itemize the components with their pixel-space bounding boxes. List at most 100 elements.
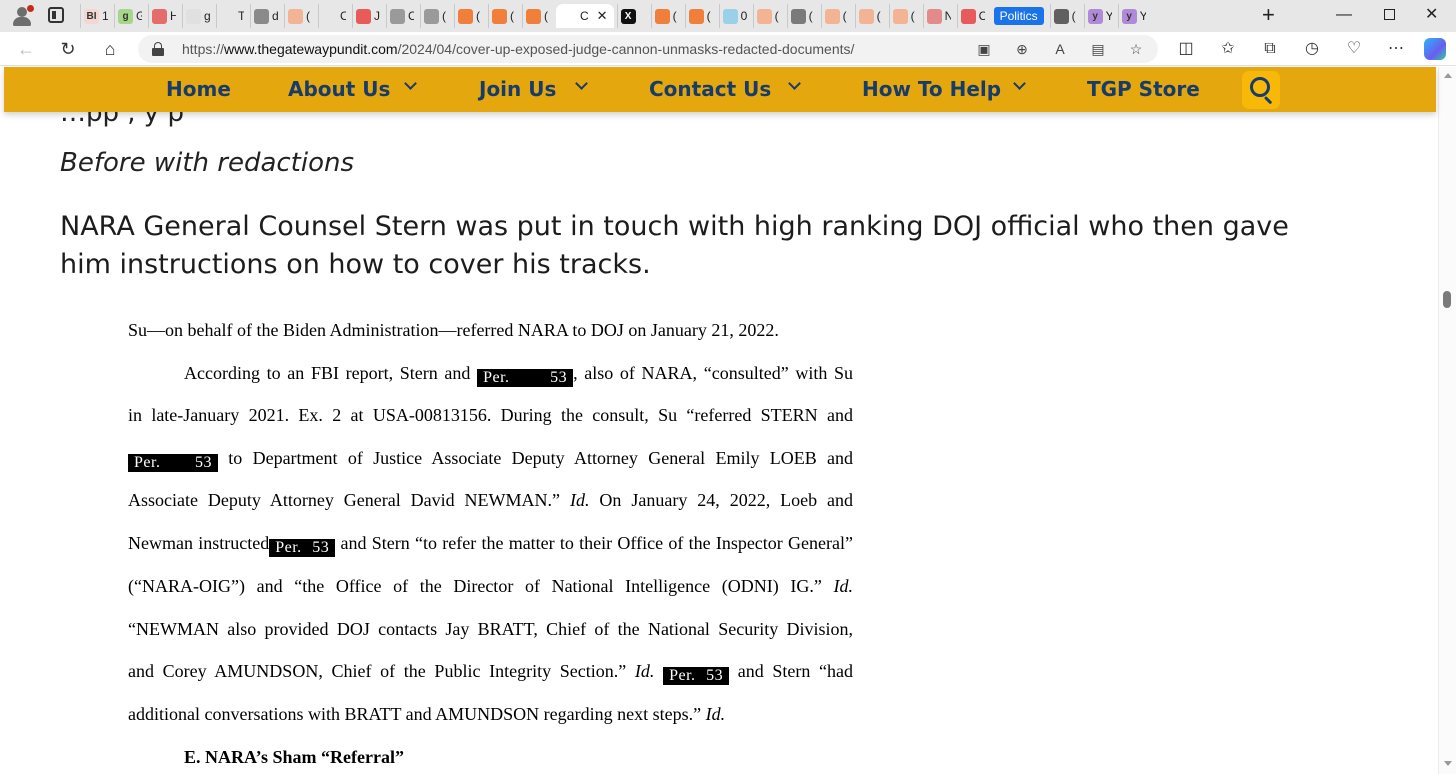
doc-line: “NEWMAN also provided DOJ contacts Jay B… <box>128 619 853 639</box>
nav-tgp-store[interactable]: TGP Store <box>1087 77 1200 101</box>
address-bar[interactable]: https://www.thegatewaypundit.com/2024/04… <box>138 35 1158 63</box>
browser-tab[interactable]: ( <box>684 4 716 28</box>
more-menu-icon[interactable]: ⋯ <box>1384 38 1408 60</box>
browser-tab[interactable]: d <box>250 4 281 28</box>
tab-favicon-icon <box>562 8 577 24</box>
reload-button[interactable]: ↻ <box>56 37 80 61</box>
blocked-popup-icon[interactable]: ▣ <box>974 39 994 59</box>
minimize-button[interactable]: — <box>1336 6 1352 24</box>
browser-essentials-icon[interactable]: ♡ <box>1342 38 1366 60</box>
tab-favicon-icon: y <box>1087 8 1103 24</box>
browser-tab[interactable]: ( <box>650 4 682 28</box>
page-scrollbar[interactable] <box>1438 67 1456 774</box>
browser-tab[interactable]: T <box>216 4 247 28</box>
home-button[interactable]: ⌂ <box>98 37 122 61</box>
tab-favicon-icon <box>492 8 507 24</box>
browser-tab[interactable]: C <box>386 4 417 28</box>
doc-line: in late-January 2021. Ex. 2 at USA-00813… <box>128 405 853 425</box>
browser-tab[interactable]: ( <box>786 4 818 28</box>
doc-line: and Corey AMUNDSON, Chief of the Public … <box>128 661 854 685</box>
browser-tab[interactable]: gG <box>114 4 145 28</box>
tab-title: ( <box>808 9 813 23</box>
tab-favicon-icon <box>858 8 874 24</box>
redaction-box: Per. 53 <box>663 667 730 685</box>
tab-title: ( <box>876 9 881 23</box>
tab-favicon-icon: X <box>620 8 636 24</box>
tab-favicon-icon <box>390 8 405 24</box>
favorite-star-icon[interactable]: ☆ <box>1126 39 1146 59</box>
browser-tab[interactable]: ( <box>488 4 519 28</box>
tab-actions-icon[interactable] <box>48 7 64 23</box>
nav-about-us[interactable]: About Us <box>288 77 390 101</box>
browser-tab[interactable]: ( <box>420 4 451 28</box>
tab-favicon-icon <box>960 8 976 24</box>
site-search-button[interactable] <box>1242 71 1280 109</box>
history-icon[interactable]: ◷ <box>1300 38 1324 60</box>
browser-tab[interactable]: ( <box>854 4 886 28</box>
tab-favicon-icon: g <box>118 8 133 24</box>
redaction-box: Per. 53 <box>477 369 574 387</box>
zoom-icon[interactable]: ⊕ <box>1012 39 1032 59</box>
nav-join-us[interactable]: Join Us <box>479 77 556 101</box>
browser-tab[interactable]: N <box>922 4 954 28</box>
profile-avatar-icon[interactable] <box>10 5 34 27</box>
close-tab-icon[interactable]: ✕ <box>597 8 608 24</box>
image-caption: Before with redactions <box>60 148 355 178</box>
browser-tab[interactable]: g <box>182 4 213 28</box>
scroll-down-arrow-icon[interactable] <box>1444 761 1452 766</box>
browser-tab[interactable]: ( <box>820 4 852 28</box>
scroll-up-arrow-icon[interactable] <box>1444 73 1452 78</box>
scrollbar-thumb[interactable] <box>1443 291 1451 308</box>
browser-tab[interactable]: 0 <box>718 4 750 28</box>
chevron-down-icon[interactable] <box>788 79 800 91</box>
tab-title: Y <box>1105 9 1112 23</box>
lock-icon[interactable] <box>152 42 164 56</box>
doc-line: Per. 53 to Department of Justice Associa… <box>128 448 853 472</box>
tab-group-label[interactable]: Politics <box>991 4 1047 28</box>
tab-title: d <box>272 9 278 23</box>
favorites-icon[interactable]: ✩ <box>1216 38 1240 60</box>
immersive-reader-icon[interactable]: ▤ <box>1088 39 1108 59</box>
browser-tab[interactable]: J <box>352 4 383 28</box>
new-tab-button[interactable]: + <box>1262 3 1275 27</box>
browser-tab[interactable]: X <box>616 4 648 28</box>
tab-title: ( <box>442 9 446 23</box>
group-tab[interactable]: yY <box>1117 4 1149 28</box>
browser-tab[interactable]: ( <box>888 4 920 28</box>
browser-tab[interactable]: C <box>318 4 349 28</box>
browser-tab[interactable]: ( <box>284 4 315 28</box>
tab-title: ( <box>306 9 310 23</box>
read-aloud-icon[interactable]: A <box>1050 39 1070 59</box>
browser-tab[interactable]: ( <box>522 4 553 28</box>
tab-title: Y <box>1139 9 1146 23</box>
nav-home[interactable]: Home <box>166 77 231 101</box>
browser-tab[interactable]: ( <box>454 4 485 28</box>
active-tab[interactable]: C ✕ <box>556 4 614 28</box>
url-text[interactable]: https://www.thegatewaypundit.com/2024/04… <box>182 41 854 57</box>
tab-title: g <box>204 9 210 23</box>
copilot-icon[interactable] <box>1424 38 1446 60</box>
group-tab[interactable]: yY <box>1083 4 1115 28</box>
browser-tab[interactable]: BI 1 <box>80 4 111 28</box>
chevron-down-icon[interactable] <box>1013 79 1025 91</box>
split-screen-icon[interactable]: ◫ <box>1174 38 1198 60</box>
maximize-button[interactable] <box>1384 9 1395 20</box>
browser-tab[interactable]: C <box>956 4 988 28</box>
browser-tab[interactable]: H <box>148 4 179 28</box>
tab-favicon-icon: y <box>1121 8 1137 24</box>
doc-line: (“NARA-OIG”) and “the Office of the Dire… <box>128 576 853 596</box>
tab-title: ( <box>774 9 779 23</box>
chevron-down-icon[interactable] <box>404 79 416 91</box>
tab-title: ( <box>910 9 915 23</box>
browser-tab[interactable]: ( <box>752 4 784 28</box>
tab-favicon-icon <box>322 8 337 24</box>
collections-icon[interactable]: ⧉ <box>1258 38 1282 60</box>
nav-how-to-help[interactable]: How To Help <box>862 77 1001 101</box>
nav-contact-us[interactable]: Contact Us <box>649 77 771 101</box>
group-tab[interactable]: ( <box>1049 4 1081 28</box>
close-window-button[interactable]: ✕ <box>1425 4 1438 24</box>
back-button[interactable]: ← <box>14 37 38 61</box>
tab-favicon-icon <box>526 8 541 24</box>
tab-title: C <box>978 9 985 23</box>
chevron-down-icon[interactable] <box>575 79 587 91</box>
